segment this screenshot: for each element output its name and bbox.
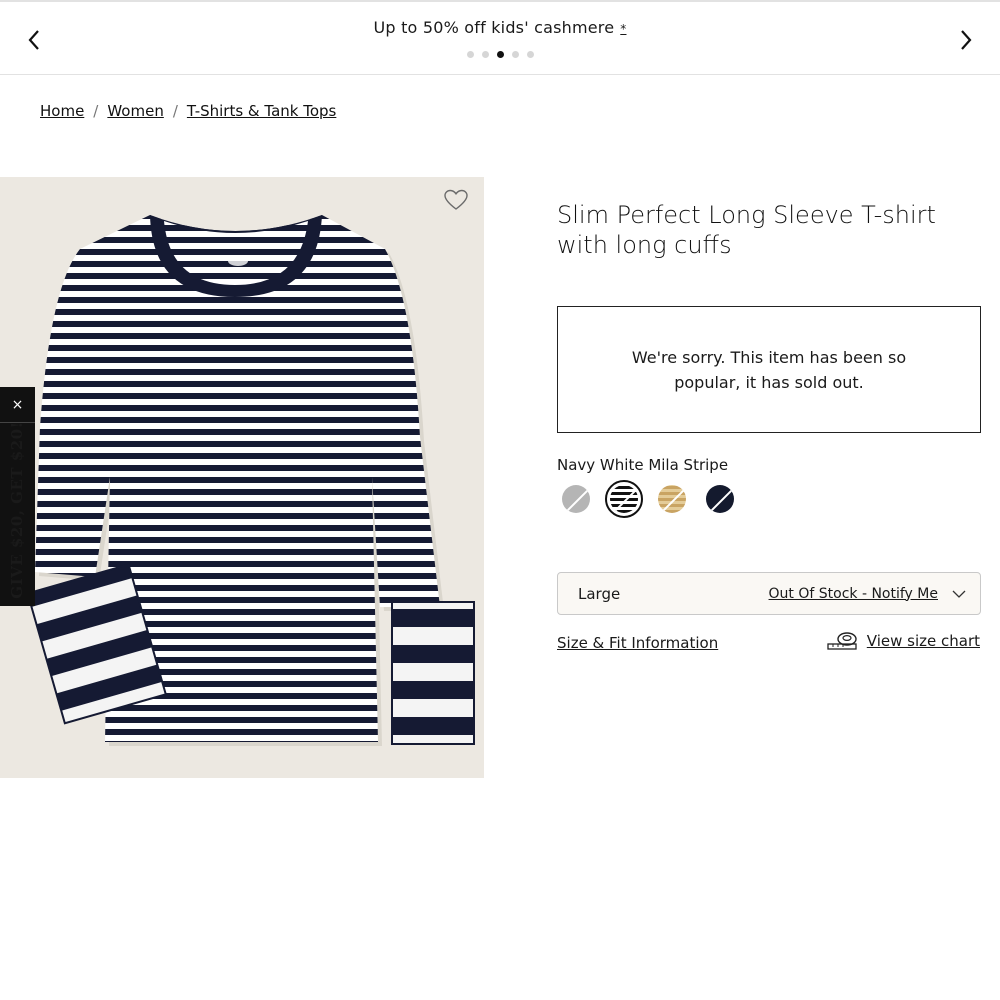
carousel-dot-active[interactable] bbox=[496, 51, 504, 58]
selected-color-name: Navy White Mila Stripe bbox=[557, 456, 729, 474]
product-image[interactable] bbox=[0, 177, 484, 778]
carousel-dot[interactable] bbox=[511, 51, 519, 58]
carousel-dot[interactable] bbox=[481, 51, 489, 58]
close-icon[interactable]: × bbox=[0, 387, 35, 423]
measuring-tape-icon bbox=[827, 632, 857, 650]
color-swatch-navy-white-stripe[interactable] bbox=[605, 480, 643, 518]
color-swatch-grey[interactable] bbox=[557, 480, 595, 518]
promo-text: Up to 50% off kids' cashmere bbox=[373, 18, 615, 37]
striped-shirt-illustration bbox=[26, 215, 475, 746]
breadcrumb-separator: / bbox=[172, 102, 178, 120]
view-size-chart-label: View size chart bbox=[866, 632, 980, 650]
size-selected-value: Large bbox=[578, 584, 621, 603]
color-swatch-navy[interactable] bbox=[701, 480, 739, 518]
promo-banner: Up to 50% off kids' cashmere * bbox=[0, 0, 1000, 75]
size-select[interactable]: Large Out Of Stock - Notify Me bbox=[557, 572, 981, 615]
sold-out-notice: We're sorry. This item has been so popul… bbox=[557, 306, 981, 433]
notify-me-link[interactable]: Out Of Stock - Notify Me bbox=[769, 586, 938, 602]
breadcrumb: Home / Women / T-Shirts & Tank Tops bbox=[40, 102, 336, 120]
chevron-down-icon bbox=[952, 590, 966, 598]
heart-icon[interactable] bbox=[443, 188, 469, 212]
carousel-dot[interactable] bbox=[466, 51, 474, 58]
chevron-right-icon[interactable] bbox=[954, 26, 978, 54]
breadcrumb-separator: / bbox=[93, 102, 99, 120]
color-swatch-gold-stripe[interactable] bbox=[653, 480, 691, 518]
size-fit-information-link[interactable]: Size & Fit Information bbox=[557, 634, 718, 652]
breadcrumb-tshirts-tank-tops[interactable]: T-Shirts & Tank Tops bbox=[187, 102, 336, 120]
carousel-dots bbox=[0, 51, 1000, 58]
referral-text[interactable]: GIVE $20, GET $20! bbox=[8, 421, 26, 598]
breadcrumb-women[interactable]: Women bbox=[107, 102, 163, 120]
color-swatches bbox=[557, 480, 739, 518]
sold-out-message: We're sorry. This item has been so popul… bbox=[631, 347, 907, 392]
product-title: Slim Perfect Long Sleeve T-shirt with lo… bbox=[557, 201, 936, 259]
breadcrumb-home[interactable]: Home bbox=[40, 102, 84, 120]
carousel-dot[interactable] bbox=[526, 51, 534, 58]
promo-asterisk[interactable]: * bbox=[620, 22, 626, 36]
size-chart-link[interactable]: View size chart bbox=[827, 631, 980, 651]
promo-message[interactable]: Up to 50% off kids' cashmere * bbox=[0, 18, 1000, 37]
